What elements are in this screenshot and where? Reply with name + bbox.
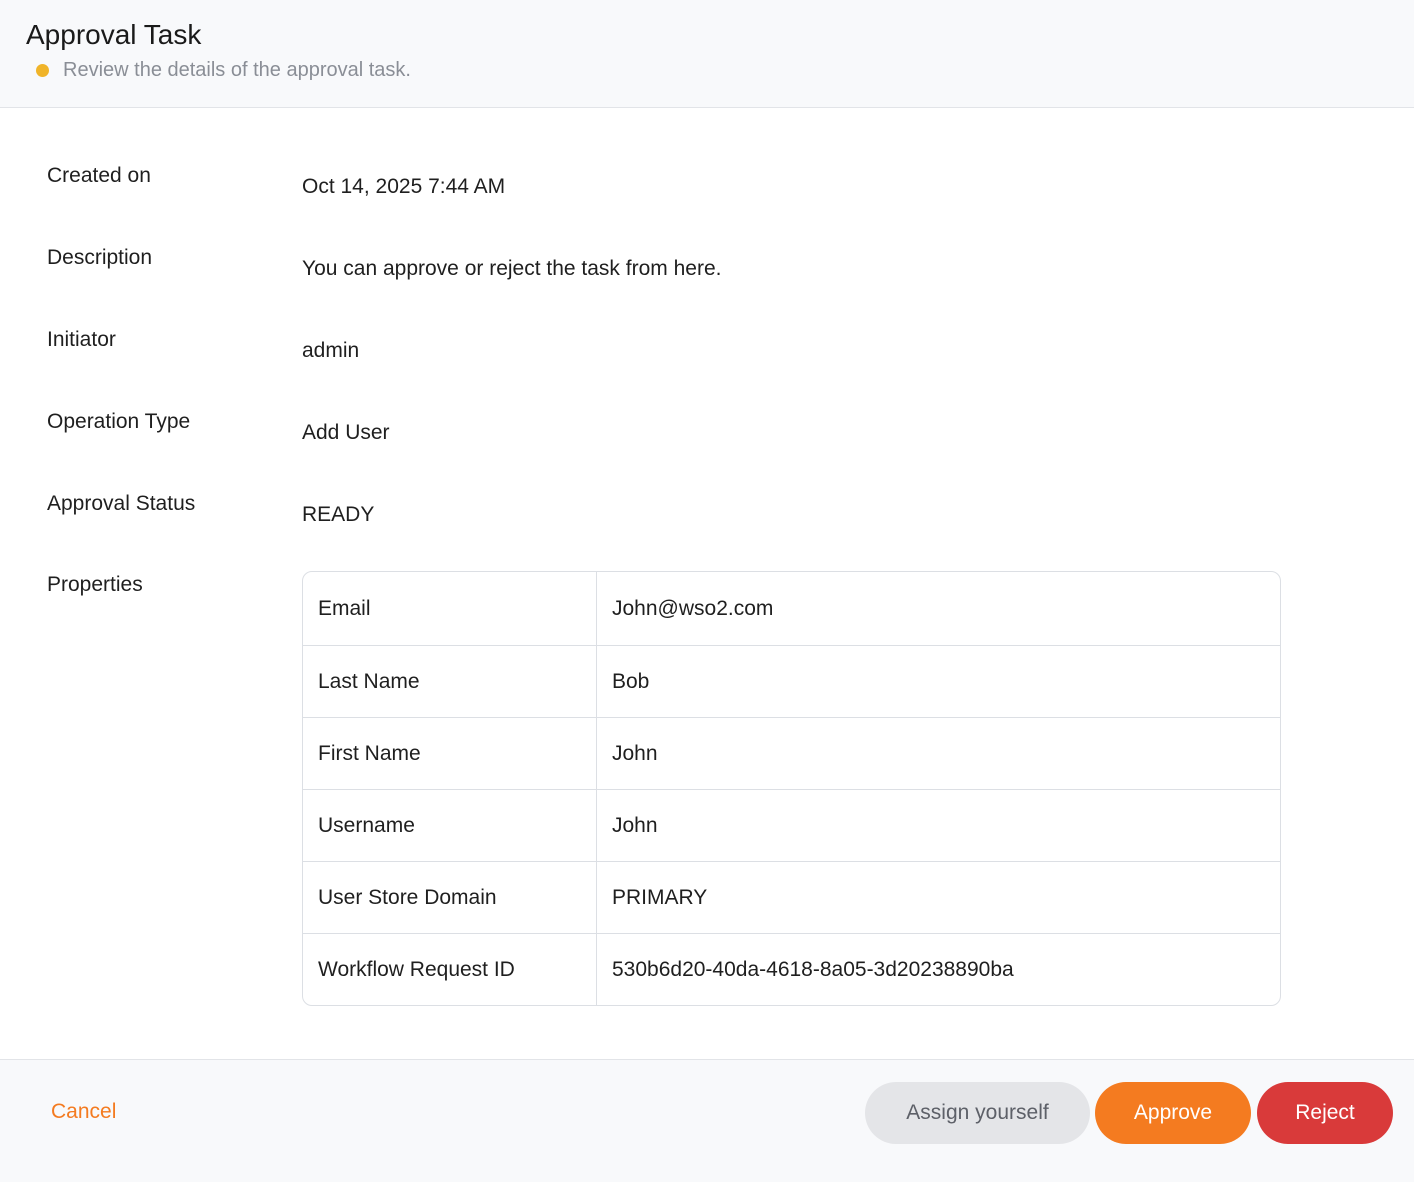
- status-dot-icon: [36, 63, 49, 77]
- operation-type-value: Add User: [302, 421, 390, 444]
- property-value: John: [612, 741, 658, 765]
- properties-table: Email John@wso2.com Last Name Bob First …: [302, 571, 1281, 1006]
- table-row: First Name John: [303, 717, 1280, 789]
- operation-type-label: Operation Type: [47, 410, 191, 433]
- property-value: 530b6d20-40da-4618-8a05-3d20238890ba: [612, 957, 1014, 981]
- table-row: Last Name Bob: [303, 645, 1280, 717]
- cancel-button[interactable]: Cancel: [51, 1100, 116, 1124]
- page-title: Approval Task: [26, 19, 202, 50]
- property-value: John: [612, 813, 658, 837]
- dialog-footer: Cancel Assign yourself Approve Reject: [0, 1059, 1414, 1182]
- description-label: Description: [47, 246, 153, 269]
- property-value: PRIMARY: [612, 885, 708, 909]
- dialog-header: Approval Task Review the details of the …: [0, 0, 1414, 108]
- property-key: Last Name: [303, 646, 597, 717]
- initiator-value: admin: [302, 339, 360, 362]
- properties-label: Properties: [47, 573, 143, 596]
- table-row: Username John: [303, 789, 1280, 861]
- property-key: Email: [303, 572, 597, 645]
- created-on-value: Oct 14, 2025 7:44 AM: [302, 175, 506, 198]
- created-on-label: Created on: [47, 164, 151, 187]
- property-key: User Store Domain: [303, 862, 597, 933]
- approval-status-label: Approval Status: [47, 492, 196, 515]
- property-key: First Name: [303, 718, 597, 789]
- property-value: John@wso2.com: [612, 596, 774, 620]
- approval-status-value: READY: [302, 503, 375, 526]
- property-value: Bob: [612, 669, 650, 693]
- subtitle-row: Review the details of the approval task.: [36, 57, 411, 83]
- table-row: Email John@wso2.com: [303, 572, 1280, 645]
- page-subtitle: Review the details of the approval task.: [63, 58, 411, 81]
- description-value: You can approve or reject the task from …: [302, 257, 722, 280]
- assign-yourself-button[interactable]: Assign yourself: [865, 1082, 1090, 1144]
- property-key: Username: [303, 790, 597, 861]
- table-row: User Store Domain PRIMARY: [303, 861, 1280, 933]
- approve-button[interactable]: Approve: [1095, 1082, 1251, 1144]
- reject-button[interactable]: Reject: [1257, 1082, 1393, 1144]
- initiator-label: Initiator: [47, 328, 116, 351]
- property-key: Workflow Request ID: [303, 934, 597, 1005]
- table-row: Workflow Request ID 530b6d20-40da-4618-8…: [303, 933, 1280, 1005]
